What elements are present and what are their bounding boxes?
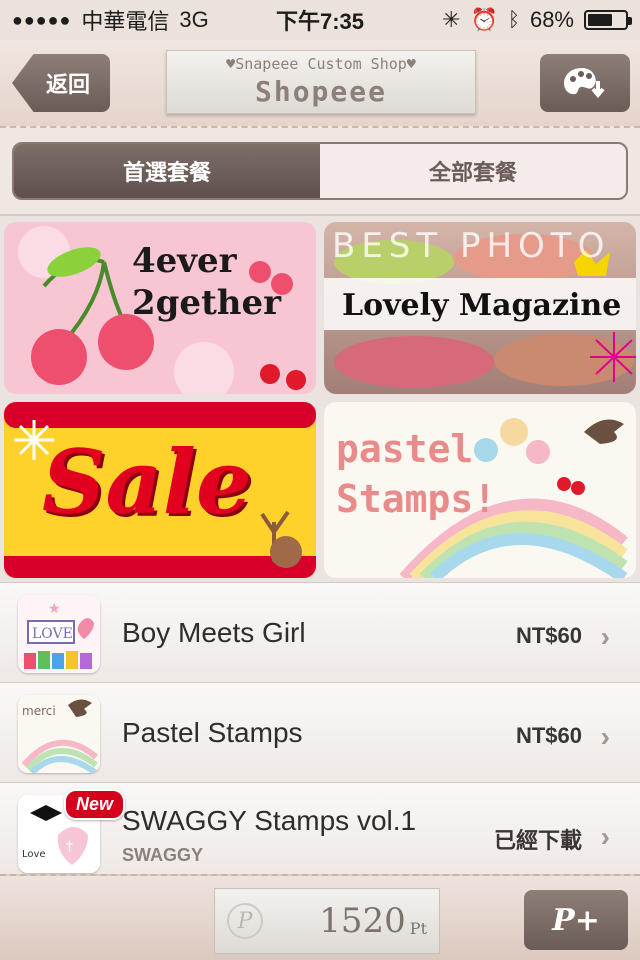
package-author: SWAGGY [122,845,204,865]
banner-4ever-2gether[interactable]: 4ever 2gether [4,222,316,394]
package-price: NT$60 [515,623,582,648]
pastel-stamp-thumbnail: merci [18,695,100,773]
tab-all-packages[interactable]: 全部套餐 [320,144,626,198]
chevron-right-icon: › [600,621,610,652]
carrier-label: 中華電信 [81,9,170,34]
stamp-package-list: LOVE ★ Boy Meets Girl NT$60 › merci Past… [0,582,640,874]
chevron-right-icon: › [600,721,610,752]
palette-download-icon [564,68,605,99]
package-title: Pastel Stamps [122,717,303,748]
love-stamp-thumbnail: LOVE ★ [18,595,100,673]
banner-line-1: 4ever [132,241,237,281]
banner-line-2: Stamps! [336,477,497,521]
banner-title: 4ever 2gether [132,240,281,324]
package-thumbnail: merci [18,695,100,773]
banner-header: BEST PHOTO [332,226,611,266]
add-points-button[interactable]: P+ [524,890,628,950]
status-bar: ●●●●● 中華電信 3G 下午7:35 ✳ ⏰ ᛒ 68% [0,0,640,40]
svg-text:★: ★ [48,601,61,617]
banner-title: Lovely Magazine [342,288,622,323]
featured-banners: 4ever 2gether BEST PHOTO Lovely Magazine [0,216,640,582]
tab-featured-packages[interactable]: 首選套餐 [14,144,320,198]
alarm-icon: ⏰ [470,7,498,32]
points-value: 1520 [319,901,406,941]
banner-title: pastel Stamps! [336,424,496,524]
package-title: Boy Meets Girl [122,617,306,648]
navigation-bar: 返回 ♥Snapeee Custom Shop♥ Shopeee [0,40,640,128]
network-type: 3G [179,7,209,32]
list-item[interactable]: merci Pastel Stamps NT$60 › [0,682,640,782]
download-status: 已經下載 [493,828,582,853]
banner-line-2: 2gether [132,283,282,323]
package-thumbnail: LOVE ★ [18,595,100,673]
svg-text:†: † [66,839,73,855]
package-segment-control: 首選套餐 全部套餐 [12,142,628,200]
svg-text:Love: Love [22,849,46,860]
list-item[interactable]: LOVE ★ Boy Meets Girl NT$60 › [0,582,640,682]
activity-icon: ✳ [442,7,461,32]
battery-percent: 68% [529,7,574,32]
list-item[interactable]: † Love New SWAGGY Stamps vol.1 SWAGGY 已經… [0,782,640,874]
shop-title-subtitle: ♥Snapeee Custom Shop♥ [226,55,416,73]
points-balance: P 1520 Pt [214,888,440,954]
banner-pastel-stamps[interactable]: pastel Stamps! [324,402,636,578]
chevron-right-icon: › [600,821,610,852]
banner-lovely-magazine[interactable]: BEST PHOTO Lovely Magazine [324,222,636,394]
banner-title: Sale [42,430,252,534]
package-price: NT$60 [515,723,582,748]
bottom-toolbar: P 1520 Pt P+ [0,874,640,960]
signal-strength: ●●●●● [12,9,72,30]
banner-sale[interactable]: Sale [4,402,316,578]
package-title: SWAGGY Stamps vol.1 [122,805,417,836]
shop-title: ♥Snapeee Custom Shop♥ Shopeee [166,50,476,114]
banner-line-1: pastel [336,427,474,471]
bluetooth-icon: ᛒ [507,8,520,31]
points-unit: Pt [409,918,427,938]
palette-button[interactable] [540,54,630,112]
svg-text:LOVE: LOVE [32,626,73,642]
back-button[interactable]: 返回 [12,54,110,112]
svg-text:merci: merci [22,704,56,718]
battery-level [588,14,613,26]
battery-icon [584,10,632,30]
points-coin-icon: P [227,903,263,939]
shop-title-name: Shopeee [254,75,387,108]
new-badge: New [64,789,126,820]
